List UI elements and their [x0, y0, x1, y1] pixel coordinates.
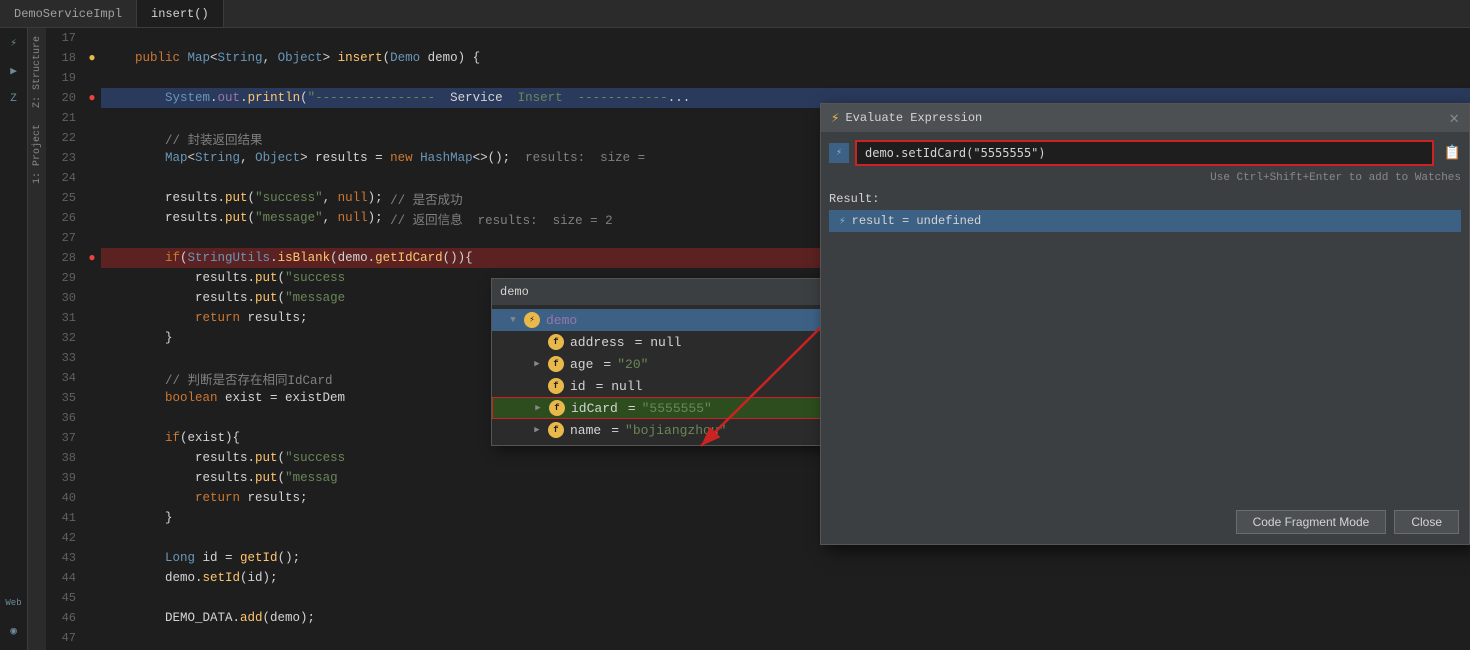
eval-result-value: result = undefined — [852, 214, 982, 228]
code-line-44: demo.setId(id); — [101, 568, 1470, 588]
field-icon-address: f — [548, 334, 564, 350]
expand-icon-address — [532, 337, 542, 347]
eval-close-button[interactable]: ✕ — [1449, 108, 1459, 128]
eval-add-watch-button[interactable]: 📋 — [1444, 145, 1461, 162]
code-line-17 — [101, 28, 1470, 48]
eval-body: ⚡ demo.setIdCard("5555555") 📋 Use Ctrl+S… — [821, 132, 1469, 240]
code-line-19 — [101, 68, 1470, 88]
item-label-demo: demo — [546, 313, 577, 328]
sidebar-icon-2[interactable]: ▶ — [3, 60, 25, 82]
main-layout: ⚡ ▶ Z Web ◉ Z: Structure 1: Project 17 1… — [0, 28, 1470, 650]
item-value-age-str: "20" — [617, 357, 648, 372]
field-icon-name: f — [548, 422, 564, 438]
eval-close-btn[interactable]: Close — [1394, 510, 1459, 534]
item-label-id: id — [570, 379, 586, 394]
tab-insert[interactable]: insert() — [137, 0, 224, 27]
eval-footer: Code Fragment Mode Close — [821, 500, 1469, 544]
item-value-id: = null — [596, 379, 643, 394]
code-content[interactable]: public Map<String, Object> insert(Demo d… — [101, 28, 1470, 650]
line-numbers: 17 18● 19 20● 21 22 23 24 25 26 27 28● 2… — [46, 28, 101, 650]
field-icon-id: f — [548, 378, 564, 394]
sidebar-icon-3[interactable]: Z — [3, 88, 25, 110]
expand-icon-id — [532, 381, 542, 391]
item-value-idcard: = — [628, 401, 636, 416]
eval-expression-box[interactable]: demo.setIdCard("5555555") — [855, 140, 1434, 166]
vertical-labels: Z: Structure 1: Project — [28, 28, 46, 650]
field-icon-idcard: f — [549, 400, 565, 416]
eval-spacer — [821, 240, 1469, 500]
item-value-age: = — [603, 357, 611, 372]
item-value-address: = null — [635, 335, 682, 350]
code-line-43: Long id = getId(); — [101, 548, 1470, 568]
eval-title-icon: ⚡ — [831, 110, 839, 127]
expand-icon-idcard[interactable]: ▶ — [533, 403, 543, 413]
sidebar-icon-bottom[interactable]: ◉ — [3, 620, 25, 642]
eval-debug-icon: ⚡ — [829, 143, 849, 163]
field-icon-age: f — [548, 356, 564, 372]
editor-area: 17 18● 19 20● 21 22 23 24 25 26 27 28● 2… — [46, 28, 1470, 650]
code-line-45 — [101, 588, 1470, 608]
expand-icon-age[interactable]: ▶ — [532, 359, 542, 369]
eval-hint: Use Ctrl+Shift+Enter to add to Watches — [829, 172, 1461, 184]
tab-bar: DemoServiceImpl insert() — [0, 0, 1470, 28]
eval-code-fragment-button[interactable]: Code Fragment Mode — [1236, 510, 1387, 534]
item-value-idcard-str: "5555555" — [642, 401, 712, 416]
eval-title: ⚡ Evaluate Expression — [831, 110, 982, 127]
project-label: 1: Project — [30, 116, 45, 192]
result-icon: ⚡ — [839, 214, 846, 228]
sidebar-icon-1[interactable]: ⚡ — [3, 32, 25, 54]
eval-title-bar: ⚡ Evaluate Expression ✕ — [821, 104, 1469, 132]
popup-title: demo — [500, 285, 529, 299]
eval-input-row: ⚡ demo.setIdCard("5555555") 📋 — [829, 140, 1461, 166]
item-label-age: age — [570, 357, 593, 372]
sidebar-icon-web[interactable]: Web — [3, 592, 25, 614]
code-line-46: DEMO_DATA.add(demo); — [101, 608, 1470, 628]
left-sidebar: ⚡ ▶ Z Web ◉ — [0, 28, 28, 650]
tab-demoserviceimpl[interactable]: DemoServiceImpl — [0, 0, 137, 27]
code-line-18: public Map<String, Object> insert(Demo d… — [101, 48, 1470, 68]
item-value-name-str: "bojiangzhou" — [625, 423, 726, 438]
expand-icon-name[interactable]: ▶ — [532, 425, 542, 435]
expand-icon[interactable]: ▼ — [508, 315, 518, 325]
gutter: 17 18● 19 20● 21 22 23 24 25 26 27 28● 2… — [46, 28, 101, 650]
eval-result-label: Result: — [829, 192, 1461, 206]
structure-label: Z: Structure — [30, 28, 45, 116]
code-line-47 — [101, 628, 1470, 648]
eval-result-row: ⚡ result = undefined — [829, 210, 1461, 232]
eval-expression-text: demo.setIdCard("5555555") — [865, 146, 1046, 160]
eval-dialog: ⚡ Evaluate Expression ✕ ⚡ demo.setIdCard… — [820, 103, 1470, 545]
field-icon-demo: ⚡ — [524, 312, 540, 328]
eval-title-text: Evaluate Expression — [845, 111, 982, 125]
item-label-idcard: idCard — [571, 401, 618, 416]
item-label-name: name — [570, 423, 601, 438]
item-label-address: address — [570, 335, 625, 350]
item-value-name: = — [611, 423, 619, 438]
